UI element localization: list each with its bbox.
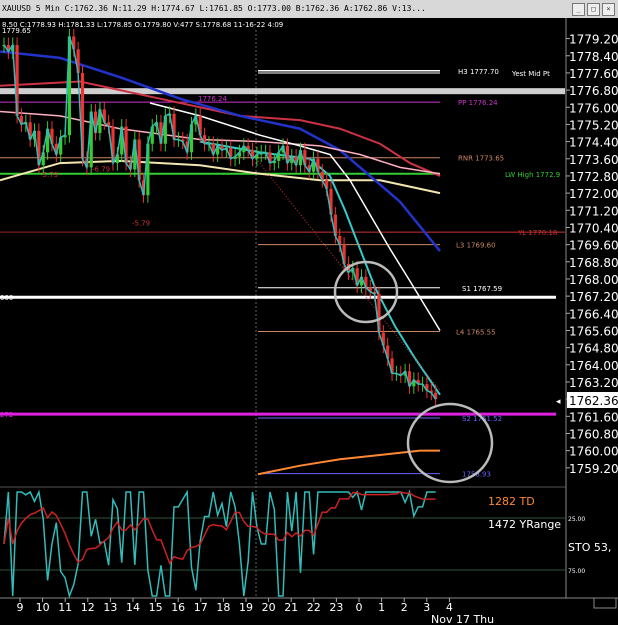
price-tick-label: 1765.60	[569, 324, 618, 338]
price-tick-label: 1774.40	[569, 136, 618, 150]
pivot-level-label: L4 1765.55	[456, 329, 496, 337]
sto-d-line	[3, 491, 436, 565]
time-tick-label: 22	[307, 601, 321, 614]
chart-info-line: 8.50 C:1778.93 H:1781.33 L:1778.85 O:177…	[2, 21, 283, 29]
price-tick-label: 1767.20	[569, 290, 618, 304]
minimize-icon[interactable]: _	[572, 2, 585, 16]
price-tick-label: 1764.80	[569, 342, 618, 356]
left-label: -6.79	[92, 166, 110, 174]
pivot-level-label: YL 1770.18	[517, 229, 557, 237]
time-tick-label: 9	[17, 601, 24, 614]
pivot-level-label: PP 1776.24	[458, 99, 498, 107]
time-tick-label: 1	[378, 601, 385, 614]
highlight-circle	[406, 402, 494, 484]
time-tick-label: 19	[239, 601, 253, 614]
time-tick-label: 11	[58, 601, 72, 614]
overlay-label: 1282 TD	[488, 495, 535, 508]
time-tick-label: 0	[356, 601, 363, 614]
overlay-label: 1472 YRange	[488, 518, 561, 531]
close-icon[interactable]: ×	[602, 2, 615, 16]
time-tick-label: 18	[216, 601, 230, 614]
side-label: 272	[0, 411, 13, 419]
time-tick-label: 16	[171, 601, 185, 614]
price-tick-label: 1772.80	[569, 170, 618, 184]
left-label: 1779.65	[2, 27, 31, 35]
price-tick-label: 1768.80	[569, 256, 618, 270]
side-label: 000	[0, 294, 13, 302]
price-tick-label: 1771.20	[569, 204, 618, 218]
time-tick-label: 20	[262, 601, 276, 614]
time-tick-label: 23	[329, 601, 343, 614]
time-tick-label: 14	[126, 601, 140, 614]
price-tick-label: 1766.40	[569, 307, 618, 321]
time-tick-label: 17	[194, 601, 208, 614]
sto-label: STO 53,	[568, 541, 611, 554]
date-label: Nov 17 Thu	[431, 613, 494, 625]
left-label: -5.79	[132, 219, 150, 227]
price-tick-label: 1776.80	[569, 84, 618, 98]
price-tick-label: 1760.80	[569, 427, 618, 441]
pivot-level-label: H3 1777.70	[458, 68, 499, 76]
current-price-arrow: ◂	[556, 397, 561, 407]
sto-tick-label: 75.00	[568, 568, 585, 575]
time-tick-label: 12	[81, 601, 95, 614]
price-tick-label: 1759.20	[569, 462, 618, 476]
price-tick-label: 1768.00	[569, 273, 618, 287]
corner-control	[593, 597, 617, 609]
left-label: -5.79	[40, 171, 58, 179]
chart-title-bar: XAUUSD 5 Min C:1762.36 N:11.29 H:1774.67…	[0, 0, 618, 18]
time-tick-label: 13	[103, 601, 117, 614]
sto-tick-label: 25.00	[568, 516, 585, 523]
price-tick-label: 1775.20	[569, 118, 618, 132]
price-tick-label: 1776.00	[569, 101, 618, 115]
price-tick-label: 1760.00	[569, 445, 618, 459]
ma-long-line	[0, 159, 441, 195]
chart-window: XAUUSD 5 Min C:1762.36 N:11.29 H:1774.67…	[0, 0, 618, 625]
time-tick-label: 2	[401, 601, 408, 614]
price-tick-label: 1779.20	[569, 33, 618, 47]
price-tick-label: 1770.40	[569, 221, 618, 235]
price-tick-label: 1764.00	[569, 359, 618, 373]
price-tick-label: 1778.40	[569, 50, 618, 64]
trend-line	[257, 160, 441, 391]
time-tick-label: 10	[36, 601, 50, 614]
time-tick-label: 21	[284, 601, 298, 614]
time-tick-label: 3	[423, 601, 430, 614]
price-tick-label: 1769.60	[569, 239, 618, 253]
price-tick-label: 1777.60	[569, 67, 618, 81]
pivot-level-label: Yest Mid Pt	[511, 70, 550, 78]
pivot-level-label: L3 1769.60	[456, 242, 496, 250]
current-price-label: 1762.36	[569, 394, 618, 408]
window-controls: _ □ ×	[572, 0, 618, 18]
restore-icon[interactable]: □	[587, 2, 600, 16]
pivot-level-label: S1 1767.59	[462, 285, 502, 293]
pivot-level-label: RNR 1773.65	[458, 155, 504, 163]
chart-title: XAUUSD 5 Min C:1762.36 N:11.29 H:1774.67…	[2, 4, 426, 13]
price-tick-label: 1761.60	[569, 410, 618, 424]
price-tick-label: 1773.60	[569, 153, 618, 167]
yesterday-high-band	[0, 88, 565, 95]
time-tick-label: 15	[149, 601, 163, 614]
price-tick-label: 1772.00	[569, 187, 618, 201]
pivot-level-label: LW High 1772.9	[505, 171, 560, 179]
price-chart: 8.50 C:1778.93 H:1781.33 L:1778.85 O:177…	[0, 18, 618, 625]
price-tick-label: 1763.20	[569, 376, 618, 390]
left-label: 1776.24	[198, 95, 227, 103]
